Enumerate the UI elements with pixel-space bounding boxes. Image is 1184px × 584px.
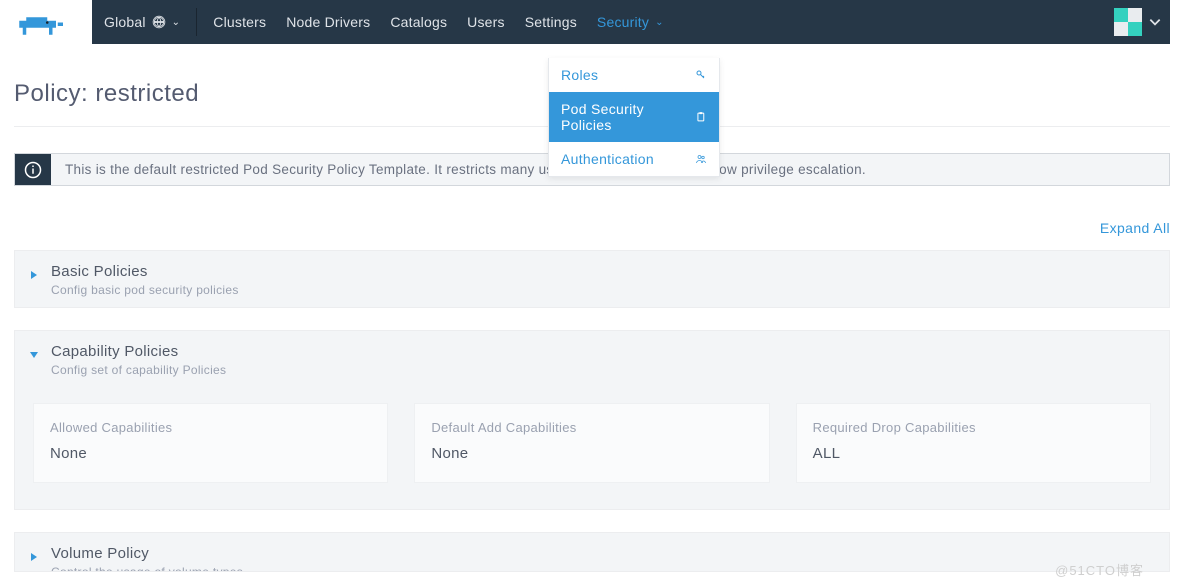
nav-global-scope[interactable]: Global ⌄ [92,0,190,44]
nav-security-label: Security [597,14,649,30]
expand-all-link[interactable]: Expand All [14,220,1170,236]
triangle-down-icon [29,350,39,360]
card-value: None [50,445,371,462]
dropdown-label: Pod Security Policies [561,101,695,133]
section-body: Allowed Capabilities None Default Add Ca… [15,387,1169,509]
section-volume-policy: Volume Policy Control the usage of volum… [14,532,1170,572]
users-icon [695,153,707,165]
expand-toggle[interactable] [29,549,39,567]
section-title: Volume Policy [51,545,243,562]
triangle-right-icon [29,552,39,562]
section-basic-policies: Basic Policies Config basic pod security… [14,250,1170,308]
nav-settings[interactable]: Settings [515,0,587,44]
card-value: ALL [813,445,1134,462]
nav-separator [196,8,197,36]
dropdown-item-pod-security-policies[interactable]: Pod Security Policies [549,92,719,142]
dropdown-label: Roles [561,67,598,83]
chevron-down-icon: ⌄ [172,17,181,28]
card-value: None [431,445,752,462]
card-allowed-capabilities: Allowed Capabilities None [33,403,388,483]
avatar [1114,8,1142,36]
chevron-down-icon [1148,15,1162,29]
section-header[interactable]: Basic Policies Config basic pod security… [15,251,1169,307]
nav-catalogs[interactable]: Catalogs [380,0,457,44]
top-navbar: Global ⌄ Clusters Node Drivers Catalogs … [92,0,1170,44]
collapse-toggle[interactable] [29,347,39,365]
card-label: Default Add Capabilities [431,420,752,435]
dropdown-item-authentication[interactable]: Authentication [549,142,719,176]
nav-users[interactable]: Users [457,0,515,44]
dropdown-item-roles[interactable]: Roles [549,58,719,92]
key-icon [695,69,707,81]
nav-security[interactable]: Security ⌄ [587,0,674,44]
nav-node-drivers[interactable]: Node Drivers [276,0,380,44]
info-icon [15,154,51,185]
card-required-drop-capabilities: Required Drop Capabilities ALL [796,403,1151,483]
clipboard-icon [695,111,707,123]
user-menu[interactable] [1114,8,1162,36]
section-subtitle: Config set of capability Policies [51,363,226,377]
watermark: @51CTO博客 [1055,560,1144,579]
chevron-down-icon: ⌄ [655,17,664,28]
nav-global-label: Global [104,14,146,30]
section-title: Capability Policies [51,343,226,360]
globe-icon [152,15,166,29]
section-header[interactable]: Capability Policies Config set of capabi… [15,331,1169,387]
section-title: Basic Policies [51,263,239,280]
nav-clusters[interactable]: Clusters [203,0,276,44]
expand-toggle[interactable] [29,267,39,285]
dropdown-label: Authentication [561,151,654,167]
section-subtitle: Config basic pod security policies [51,283,239,297]
card-default-add-capabilities: Default Add Capabilities None [414,403,769,483]
brand-logo[interactable] [14,10,70,47]
section-capability-policies: Capability Policies Config set of capabi… [14,330,1170,510]
card-label: Required Drop Capabilities [813,420,1134,435]
section-header[interactable]: Volume Policy Control the usage of volum… [15,533,1169,572]
card-label: Allowed Capabilities [50,420,371,435]
security-dropdown: Roles Pod Security Policies Authenticati… [548,58,720,177]
triangle-right-icon [29,270,39,280]
section-subtitle: Control the usage of volume types [51,565,243,572]
info-text: This is the default restricted Pod Secur… [51,154,880,185]
